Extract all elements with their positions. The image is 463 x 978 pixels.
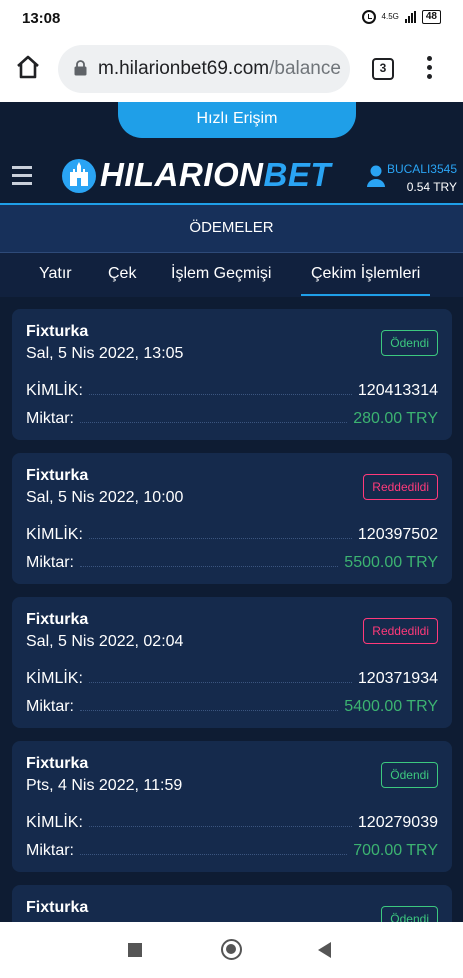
status-badge: Ödendi [381, 906, 438, 922]
withdrawal-card: Fixturka Sal, 5 Nis 2022, 10:00 Reddedil… [12, 453, 452, 584]
lock-icon [74, 60, 87, 76]
id-label: KİMLİK: [26, 814, 83, 831]
alarm-icon [361, 10, 376, 24]
withdrawal-card: Fixturka Pts, 4 Nis 2022, 11:59 Ödendi K… [12, 741, 452, 872]
payment-provider: Fixturka [26, 755, 89, 772]
quick-access-button[interactable]: Hızlı Erişim [118, 102, 356, 138]
amount-value: 5500.00 TRY [344, 554, 438, 571]
signal-icon [404, 11, 416, 23]
id-row: KİMLİK: 120371934 [26, 666, 438, 688]
status-badge: Ödendi [381, 330, 438, 356]
id-row: KİMLİK: 120397502 [26, 522, 438, 544]
amount-label: Miktar: [26, 554, 74, 571]
username: BUCALI3545 [386, 162, 457, 176]
user-icon[interactable] [366, 164, 386, 188]
status-icons: 4.5G 48 [361, 10, 441, 24]
transaction-date: Pts, 4 Nis 2022, 11:59 [26, 777, 183, 794]
amount-row: Miktar: 5500.00 TRY [26, 550, 438, 572]
amount-value: 5400.00 TRY [344, 698, 438, 715]
home-nav-icon[interactable] [221, 939, 242, 960]
back-icon[interactable] [318, 942, 331, 958]
browser-toolbar: m.hilarionbet69.com/balance 3 [0, 36, 463, 102]
payment-provider: Fixturka [26, 467, 89, 484]
balance: 0.54 TRY [406, 180, 457, 194]
system-nav-bar [0, 922, 463, 978]
home-icon[interactable] [14, 53, 42, 81]
tab-withdrawal-transactions[interactable]: Çekim İşlemleri [300, 265, 431, 296]
payments-tabs: Yatır Çek İşlem Geçmişi Çekim İşlemleri [0, 253, 463, 297]
page-title: ÖDEMELER [0, 205, 463, 253]
url-host: m.hilarionbet69.com [98, 58, 270, 79]
amount-label: Miktar: [26, 842, 74, 859]
logo-text: HILARIONBET [100, 156, 331, 194]
status-bar: 13:08 4.5G 48 [0, 0, 463, 36]
amount-value: 280.00 TRY [353, 410, 438, 427]
logo-text-accent: BET [263, 156, 331, 193]
more-menu-icon[interactable] [424, 56, 434, 82]
transaction-id: 120413314 [357, 382, 438, 399]
amount-value: 700.00 TRY [353, 842, 438, 859]
status-badge: Reddedildi [363, 618, 438, 644]
id-row: KİMLİK: 120279039 [26, 810, 438, 832]
transaction-date: Sal, 5 Nis 2022, 02:04 [26, 633, 184, 650]
id-label: KİMLİK: [26, 526, 83, 543]
payment-provider: Fixturka [26, 323, 89, 340]
battery-icon: 48 [421, 10, 441, 24]
tab-withdraw[interactable]: Çek [108, 265, 136, 283]
user-info[interactable]: BUCALI3545 0.54 TRY [387, 162, 457, 194]
id-label: KİMLİK: [26, 382, 83, 399]
amount-row: Miktar: 5400.00 TRY [26, 694, 438, 716]
transaction-date: Sal, 5 Nis 2022, 10:00 [26, 489, 184, 506]
amount-label: Miktar: [26, 698, 74, 715]
site-logo[interactable]: HILARIONBET [62, 156, 354, 196]
amount-row: Miktar: 280.00 TRY [26, 406, 438, 428]
tab-transaction-history[interactable]: İşlem Geçmişi [171, 265, 271, 283]
recents-icon[interactable] [128, 943, 142, 957]
status-time: 13:08 [22, 10, 61, 27]
logo-text-main: HILARION [100, 156, 264, 193]
tab-deposit[interactable]: Yatır [39, 265, 72, 283]
amount-row: Miktar: 700.00 TRY [26, 838, 438, 860]
hamburger-menu-icon[interactable] [12, 166, 32, 186]
status-badge: Reddedildi [363, 474, 438, 500]
withdrawal-list[interactable]: Fixturka Sal, 5 Nis 2022, 13:05 Ödendi K… [0, 297, 463, 922]
transaction-id: 120397502 [357, 526, 438, 543]
withdrawal-card: Fixturka Ödendi [12, 885, 452, 922]
transaction-date: Sal, 5 Nis 2022, 13:05 [26, 345, 184, 362]
url-text: m.hilarionbet69.com/balance [98, 58, 341, 80]
transaction-id: 120371934 [357, 670, 438, 687]
status-badge: Ödendi [381, 762, 438, 788]
castle-icon [62, 159, 96, 193]
payment-provider: Fixturka [26, 611, 89, 628]
withdrawal-card: Fixturka Sal, 5 Nis 2022, 13:05 Ödendi K… [12, 309, 452, 440]
transaction-id: 120279039 [357, 814, 438, 831]
payment-provider: Fixturka [26, 899, 89, 916]
id-row: KİMLİK: 120413314 [26, 378, 438, 400]
url-path: /balance [269, 58, 341, 79]
network-type: 4.5G [381, 12, 399, 21]
amount-label: Miktar: [26, 410, 74, 427]
address-bar[interactable]: m.hilarionbet69.com/balance [58, 45, 350, 93]
withdrawal-card: Fixturka Sal, 5 Nis 2022, 02:04 Reddedil… [12, 597, 452, 728]
id-label: KİMLİK: [26, 670, 83, 687]
tab-switcher-button[interactable]: 3 [372, 58, 394, 80]
